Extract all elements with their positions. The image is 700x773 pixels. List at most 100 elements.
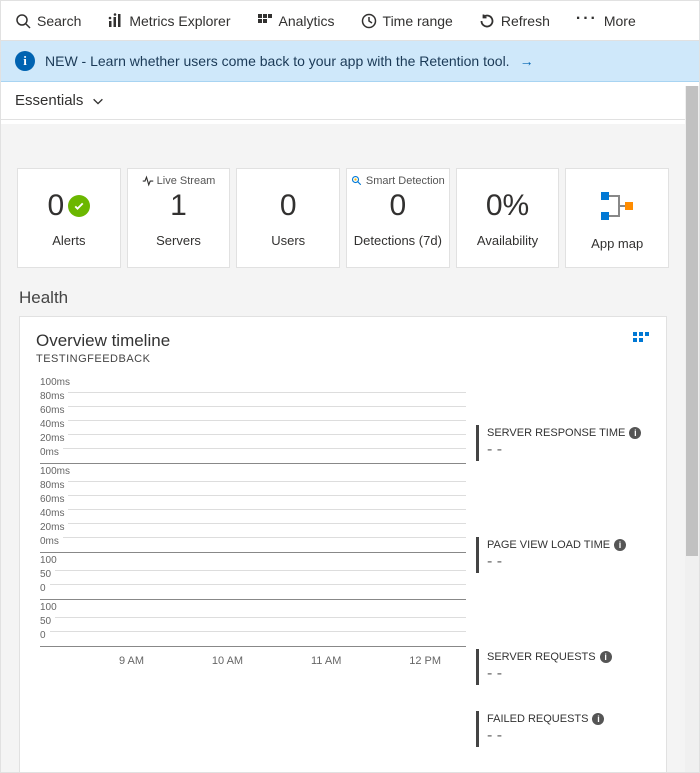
y-tick: 80ms (40, 391, 68, 402)
info-icon: i (614, 539, 626, 551)
info-banner[interactable]: i NEW - Learn whether users come back to… (1, 41, 699, 82)
info-icon: i (629, 427, 641, 439)
alerts-caption: Alerts (52, 233, 85, 248)
metric-label: SERVER RESPONSE TIME (487, 427, 625, 439)
tile-appmap[interactable]: App map (565, 168, 669, 268)
tile-detections[interactable]: Smart Detection 0 Detections (7d) (346, 168, 450, 268)
metric-failed-requests[interactable]: FAILED REQUESTS i - - (476, 711, 650, 747)
detections-value: 0 (390, 189, 407, 223)
users-caption: Users (271, 233, 305, 248)
tile-users[interactable]: 0 Users (236, 168, 340, 268)
users-value: 0 (280, 189, 297, 223)
analytics-button[interactable]: Analytics (251, 9, 341, 33)
metric-value: - - (487, 441, 650, 459)
x-tick: 9 AM (119, 655, 144, 667)
chart-title: Overview timeline (36, 331, 650, 351)
availability-value: 0% (486, 189, 529, 223)
search-label: Search (37, 13, 81, 29)
pulse-icon (142, 175, 154, 187)
banner-text: NEW - Learn whether users come back to y… (45, 53, 510, 69)
y-tick: 40ms (40, 508, 68, 519)
y-tick: 0 (40, 630, 50, 641)
servers-caption: Servers (156, 233, 201, 248)
y-tick: 60ms (40, 405, 68, 416)
y-tick: 100 (40, 555, 61, 566)
tile-row: 0 Alerts Live Stream 1 Servers 0 Users S… (1, 124, 685, 278)
chart-metrics-legend: SERVER RESPONSE TIME i - - PAGE VIEW LOAD… (476, 375, 650, 759)
y-tick: 40ms (40, 419, 68, 430)
scrollbar-thumb[interactable] (686, 86, 698, 556)
metric-value: - - (487, 665, 650, 683)
availability-caption: Availability (477, 233, 538, 248)
x-axis: 9 AM 10 AM 11 AM 12 PM (85, 647, 475, 667)
content-pane: 0 Alerts Live Stream 1 Servers 0 Users S… (1, 124, 685, 772)
refresh-label: Refresh (501, 13, 550, 29)
chart-page-view-load-time: 100ms 80ms 60ms 40ms 20ms 0ms (40, 464, 466, 553)
y-tick: 100ms (40, 466, 74, 477)
time-range-label: Time range (383, 13, 453, 29)
metric-value: - - (487, 553, 650, 571)
metrics-explorer-label: Metrics Explorer (129, 13, 230, 29)
info-icon: i (15, 51, 35, 71)
y-tick: 100 (40, 602, 61, 613)
overview-timeline-card[interactable]: Overview timeline TESTINGFEEDBACK 100ms … (19, 316, 667, 772)
y-tick: 100ms (40, 377, 74, 388)
check-circle-icon (68, 195, 90, 217)
health-label: Health (1, 288, 685, 316)
x-tick: 12 PM (409, 655, 441, 667)
tile-availability[interactable]: 0% Availability (456, 168, 560, 268)
pin-chart-button[interactable] (632, 331, 650, 352)
app-map-icon (597, 186, 637, 226)
toolbar: Search Metrics Explorer Analytics Time r… (1, 1, 699, 41)
arrow-right-icon: → (520, 53, 534, 69)
detections-caption: Detections (7d) (354, 233, 442, 248)
metric-server-requests[interactable]: SERVER REQUESTS i - - (476, 649, 650, 685)
essentials-label: Essentials (15, 92, 83, 109)
metric-value: - - (487, 727, 650, 745)
y-tick: 50 (40, 569, 55, 580)
y-tick: 60ms (40, 494, 68, 505)
metric-server-response-time[interactable]: SERVER RESPONSE TIME i - - (476, 425, 650, 461)
search-icon (15, 13, 31, 29)
x-tick: 11 AM (311, 655, 341, 667)
clock-icon (361, 13, 377, 29)
alerts-value: 0 (47, 189, 64, 223)
chart-server-requests: 100 50 0 (40, 553, 466, 600)
metric-label: PAGE VIEW LOAD TIME (487, 539, 610, 551)
y-tick: 80ms (40, 480, 68, 491)
info-icon: i (592, 713, 604, 725)
y-tick: 20ms (40, 522, 68, 533)
pin-grid-icon (632, 331, 650, 349)
y-tick: 0 (40, 583, 50, 594)
metrics-explorer-button[interactable]: Metrics Explorer (101, 9, 236, 33)
ellipsis-icon: ··· (576, 10, 598, 28)
chart-body: 100ms 80ms 60ms 40ms 20ms 0ms 100ms 80ms… (36, 375, 650, 759)
bar-chart-icon (107, 13, 123, 29)
more-button[interactable]: ··· More (570, 8, 642, 34)
tile-alerts[interactable]: 0 Alerts (17, 168, 121, 268)
chart-plots: 100ms 80ms 60ms 40ms 20ms 0ms 100ms 80ms… (36, 375, 466, 759)
more-label: More (604, 13, 636, 29)
tile-servers[interactable]: Live Stream 1 Servers (127, 168, 231, 268)
metric-label: SERVER REQUESTS (487, 651, 596, 663)
time-range-button[interactable]: Time range (355, 9, 459, 33)
essentials-toggle[interactable]: Essentials (1, 82, 699, 120)
x-tick: 10 AM (212, 655, 243, 667)
y-tick: 50 (40, 616, 55, 627)
magnifier-bulb-icon (351, 175, 363, 187)
grid-icon (257, 13, 273, 29)
metric-label: FAILED REQUESTS (487, 713, 588, 725)
analytics-label: Analytics (279, 13, 335, 29)
metric-page-view-load-time[interactable]: PAGE VIEW LOAD TIME i - - (476, 537, 650, 573)
y-tick: 0ms (40, 447, 63, 458)
info-icon: i (600, 651, 612, 663)
refresh-button[interactable]: Refresh (473, 9, 556, 33)
search-button[interactable]: Search (9, 9, 87, 33)
detections-overline: Smart Detection (366, 175, 445, 187)
appmap-caption: App map (591, 236, 643, 251)
scrollbar[interactable] (685, 86, 699, 772)
chart-subtitle: TESTINGFEEDBACK (36, 353, 650, 365)
y-tick: 0ms (40, 536, 63, 547)
y-tick: 20ms (40, 433, 68, 444)
chevron-down-icon (91, 94, 105, 108)
